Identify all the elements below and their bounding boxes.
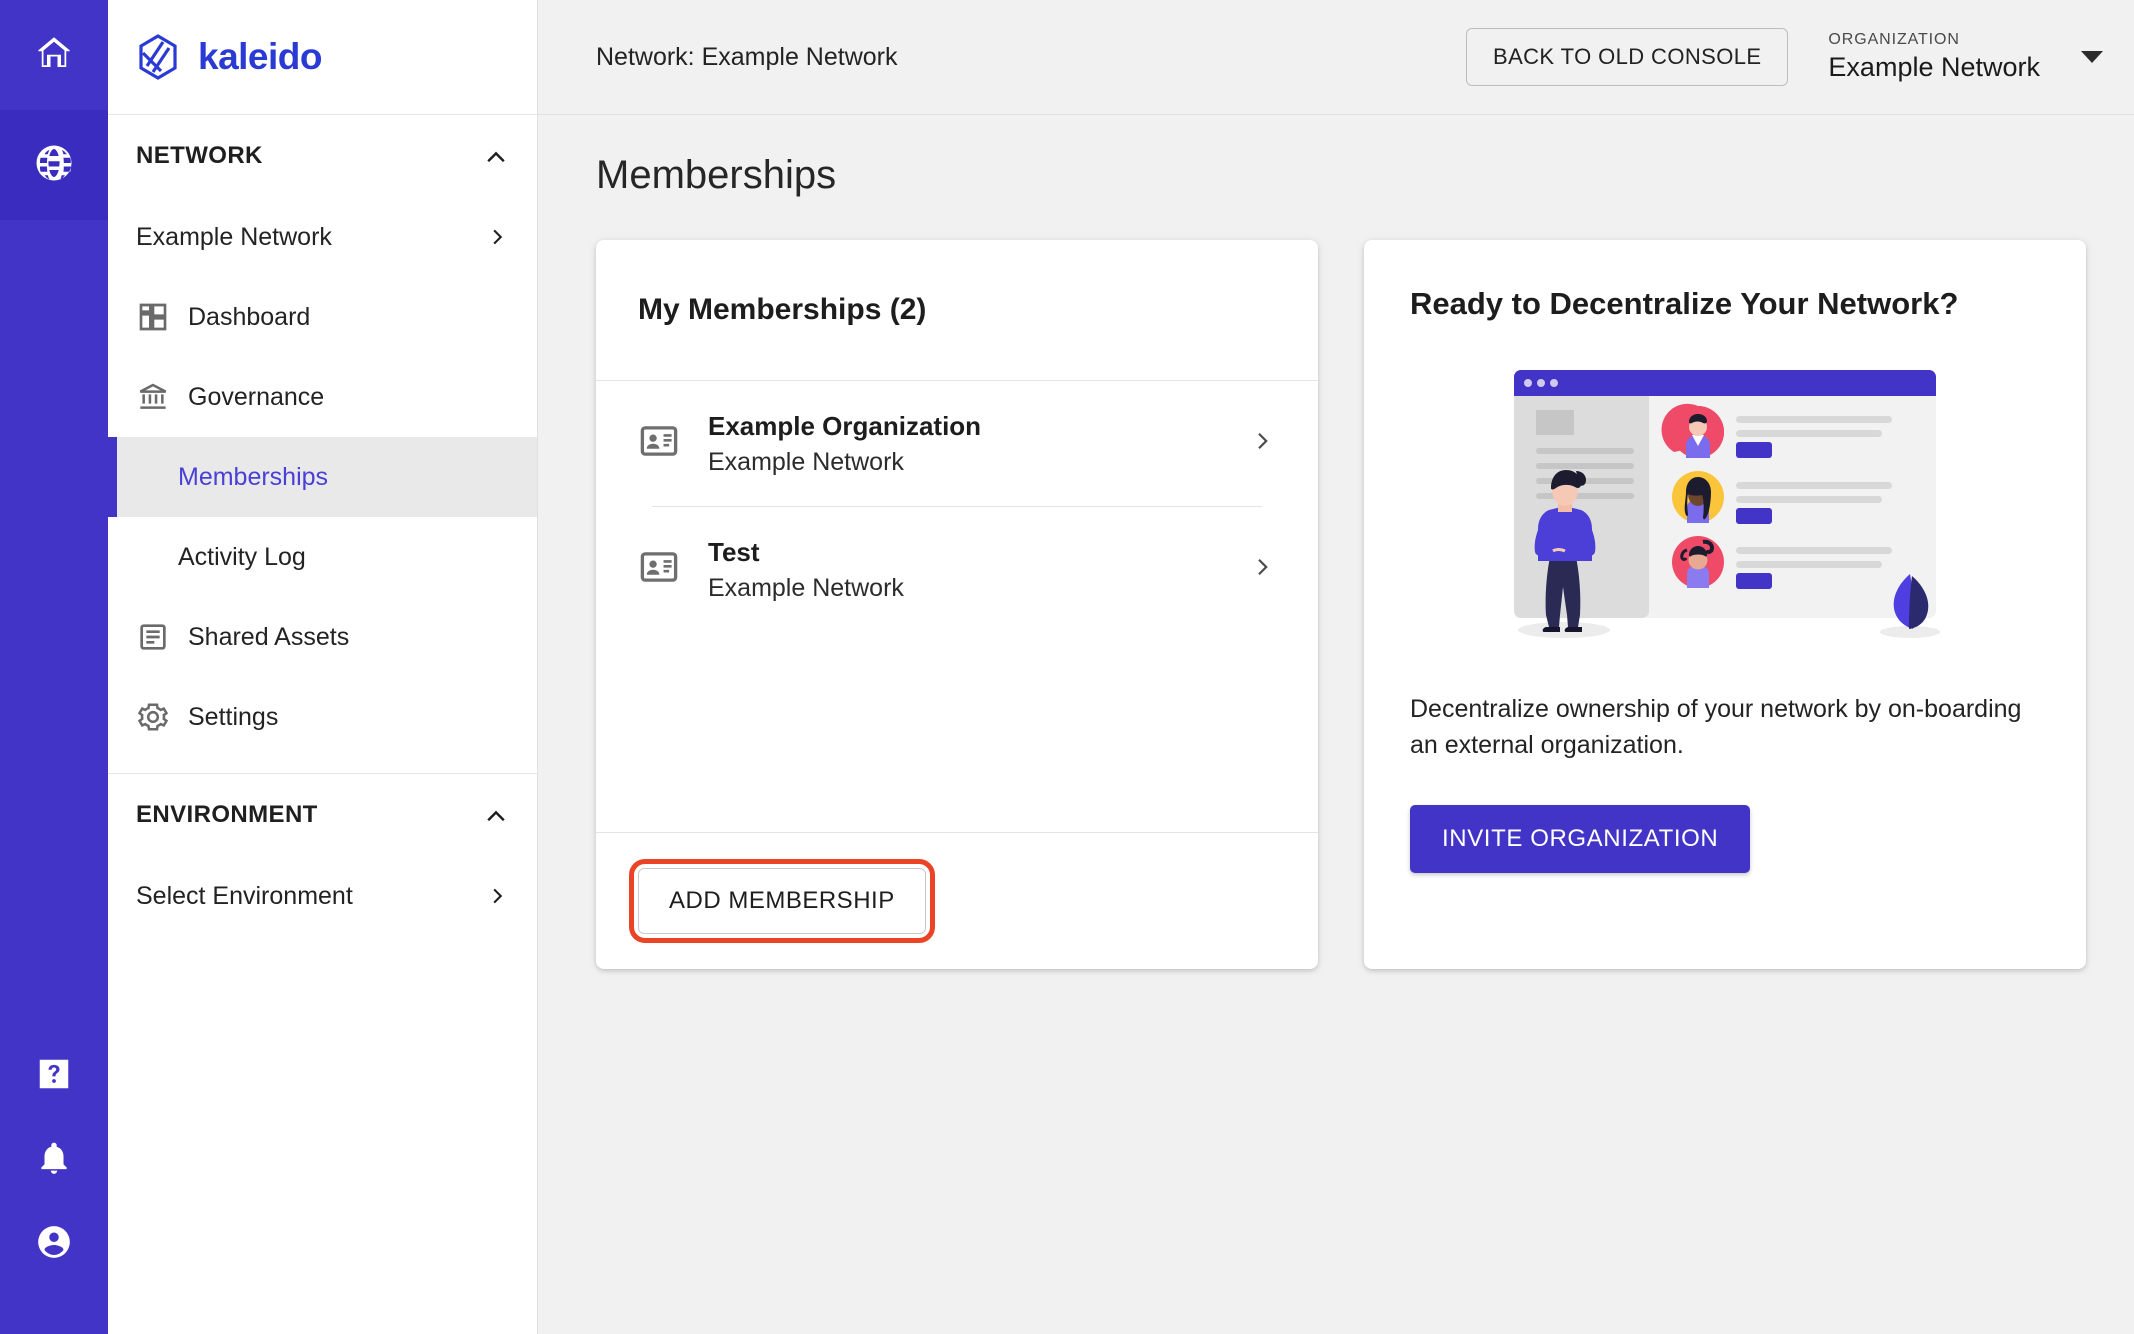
decentralize-card-body: Decentralize ownership of your network b… (1410, 695, 2022, 759)
contact-badge-icon (638, 546, 680, 593)
help-icon (35, 1055, 73, 1098)
account-icon (35, 1223, 73, 1266)
chevron-right-icon (487, 226, 509, 248)
home-icon (33, 32, 75, 79)
sidebar-item-label: Dashboard (188, 302, 311, 331)
sidebar-item-label: Activity Log (178, 542, 306, 571)
sidebar-item-label: Governance (188, 382, 325, 411)
membership-texts: Test Example Network (708, 537, 904, 603)
sidebar: kaleido NETWORK Example Network Dashboar… (108, 0, 538, 1334)
sidebar-item-dashboard[interactable]: Dashboard (108, 277, 537, 357)
chevron-up-icon[interactable] (483, 802, 509, 828)
invite-organization-button[interactable]: INVITE ORGANIZATION (1410, 805, 1751, 873)
sidebar-item-label: Shared Assets (188, 622, 350, 651)
contact-badge-icon (638, 420, 680, 467)
memberships-card-footer: ADD MEMBERSHIP (596, 833, 1318, 969)
membership-row[interactable]: Test Example Network (638, 507, 1276, 632)
sidebar-section-environment-title: ENVIRONMENT (136, 801, 318, 828)
organization-selector[interactable]: ORGANIZATION Example Network (1828, 31, 2104, 83)
sidebar-section-network-title: NETWORK (136, 142, 263, 169)
rail-item-help[interactable] (0, 1034, 108, 1118)
add-membership-button[interactable]: ADD MEMBERSHIP (638, 868, 926, 934)
main-area: Network: Example Network BACK TO OLD CON… (538, 0, 2134, 1334)
chevron-right-icon[interactable] (1250, 428, 1276, 459)
sidebar-item-example-network[interactable]: Example Network (108, 197, 537, 277)
icon-rail (0, 0, 108, 1334)
rail-bottom-group (0, 1034, 108, 1334)
membership-title: Test (708, 536, 760, 567)
brand-name: kaleido (198, 36, 323, 77)
sidebar-item-select-environment[interactable]: Select Environment (108, 856, 537, 936)
sidebar-item-settings[interactable]: Settings (108, 677, 537, 757)
gear-icon (136, 700, 170, 734)
cards-row: My Memberships (2) Example Organization … (596, 240, 2086, 969)
memberships-list: Example Organization Example Network Tes… (596, 381, 1318, 832)
decentralize-card-title: Ready to Decentralize Your Network? (1410, 286, 1959, 321)
page-title: Memberships (596, 153, 837, 197)
membership-texts: Example Organization Example Network (708, 411, 981, 477)
memberships-card-header: My Memberships (2) (596, 240, 1318, 380)
app-root: kaleido NETWORK Example Network Dashboar… (0, 0, 2134, 1334)
sidebar-section-network[interactable]: NETWORK (108, 115, 537, 197)
decentralize-card: Ready to Decentralize Your Network? Dece… (1364, 240, 2086, 969)
membership-title: Example Organization (708, 410, 982, 441)
sidebar-section-environment[interactable]: ENVIRONMENT (108, 774, 537, 856)
organization-value: Example Network (1828, 52, 2040, 82)
bank-columns-icon (136, 380, 170, 414)
chevron-up-icon[interactable] (483, 143, 509, 169)
bell-icon (35, 1139, 73, 1182)
membership-subtitle: Example Network (708, 447, 904, 476)
document-list-icon (136, 620, 170, 654)
sidebar-item-label: Settings (188, 702, 279, 731)
globe-icon (33, 142, 75, 189)
organization-caption: ORGANIZATION (1828, 31, 1960, 48)
topbar-network-label: Network: Example Network (596, 42, 898, 71)
sidebar-item-governance[interactable]: Governance (108, 357, 537, 437)
chevron-right-icon (487, 885, 509, 907)
dashboard-grid-icon (136, 300, 170, 334)
rail-item-network[interactable] (0, 110, 108, 220)
sidebar-item-label: Select Environment (136, 881, 353, 910)
sidebar-item-shared-assets[interactable]: Shared Assets (108, 597, 537, 677)
kaleido-hexagon-logo-icon (134, 33, 182, 81)
sidebar-network-name: Example Network (136, 222, 332, 251)
team-dashboard-illustration-icon (1410, 362, 2040, 648)
sidebar-item-activity-log[interactable]: Activity Log (108, 517, 537, 597)
sidebar-item-label: Memberships (178, 462, 329, 491)
rail-item-account[interactable] (0, 1202, 108, 1286)
memberships-card: My Memberships (2) Example Organization … (596, 240, 1318, 969)
add-membership-wrapper: ADD MEMBERSHIP (629, 859, 935, 943)
rail-item-home[interactable] (0, 0, 108, 110)
organization-text: ORGANIZATION Example Network (1828, 31, 2040, 83)
sidebar-item-memberships[interactable]: Memberships (108, 437, 537, 517)
content-area: Memberships My Memberships (2) Example O… (538, 115, 2134, 1334)
caret-down-icon[interactable] (2080, 50, 2104, 64)
back-to-old-console-button[interactable]: BACK TO OLD CONSOLE (1466, 28, 1789, 86)
membership-subtitle: Example Network (708, 573, 904, 602)
brand-logo[interactable]: kaleido (108, 0, 537, 115)
topbar: Network: Example Network BACK TO OLD CON… (538, 0, 2134, 115)
rail-item-notifications[interactable] (0, 1118, 108, 1202)
chevron-right-icon[interactable] (1250, 554, 1276, 585)
membership-row[interactable]: Example Organization Example Network (638, 381, 1276, 506)
memberships-card-title: My Memberships (2) (638, 293, 927, 326)
